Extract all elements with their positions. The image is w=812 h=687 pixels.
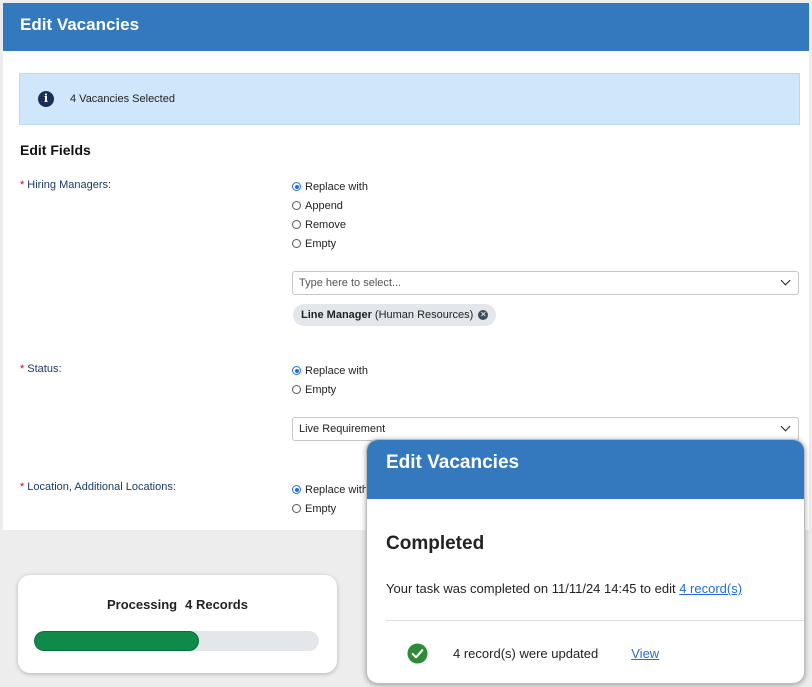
radio-button[interactable]	[292, 201, 301, 210]
processing-card: Processing 4 Records	[18, 575, 337, 673]
remove-tag-icon[interactable]: ✕	[478, 310, 489, 320]
result-row: 4 record(s) were updated View	[407, 643, 659, 664]
radio-button[interactable]	[292, 366, 301, 375]
radio-replace-with[interactable]: Replace with	[292, 361, 368, 380]
result-text: 4 record(s) were updated	[453, 646, 599, 661]
radio-remove[interactable]: Remove	[292, 215, 368, 234]
processing-status: Processing 4 Records	[107, 597, 248, 612]
hiring-managers-radio-group: Replace with Append Remove Empty	[292, 177, 368, 253]
info-banner: i 4 Vacancies Selected	[19, 73, 800, 125]
hiring-managers-label: * Hiring Managers:	[20, 179, 112, 191]
chevron-down-icon[interactable]	[780, 275, 791, 286]
radio-button[interactable]	[292, 385, 301, 394]
required-marker: *	[20, 179, 25, 191]
radio-empty[interactable]: Empty	[292, 499, 368, 518]
required-marker: *	[20, 481, 25, 493]
section-title: Edit Fields	[20, 142, 91, 158]
status-radio-group: Replace with Empty	[292, 361, 368, 399]
hiring-managers-select[interactable]: Type here to select...	[292, 271, 799, 295]
radio-button[interactable]	[292, 220, 301, 229]
line-manager-tag: Line Manager (Human Resources) ✕	[293, 304, 497, 326]
radio-button[interactable]	[292, 239, 301, 248]
radio-empty[interactable]: Empty	[292, 380, 368, 399]
completed-dialog: Edit Vacancies Completed Your task was c…	[366, 439, 805, 684]
chevron-down-icon[interactable]	[780, 421, 791, 432]
records-link[interactable]: 4 record(s)	[679, 581, 742, 596]
view-link[interactable]: View	[631, 646, 659, 661]
location-label: * Location, Additional Locations:	[20, 481, 176, 493]
radio-button[interactable]	[292, 182, 301, 191]
info-text: 4 Vacancies Selected	[70, 93, 175, 105]
check-circle-icon	[407, 643, 428, 664]
status-select[interactable]: Live Requirement	[292, 417, 799, 441]
divider	[386, 620, 804, 621]
status-label: * Status:	[20, 363, 62, 375]
location-radio-group: Replace with Empty	[292, 480, 368, 518]
required-marker: *	[20, 363, 25, 375]
radio-replace-with[interactable]: Replace with	[292, 177, 368, 196]
dialog-title: Edit Vacancies	[3, 3, 809, 51]
radio-empty[interactable]: Empty	[292, 234, 368, 253]
completed-heading: Completed	[386, 533, 485, 554]
radio-button[interactable]	[292, 504, 301, 513]
completed-message: Your task was completed on 11/11/24 14:4…	[386, 581, 743, 596]
info-icon: i	[38, 91, 54, 107]
completed-dialog-title: Edit Vacancies	[367, 440, 804, 499]
radio-button[interactable]	[292, 485, 301, 494]
progress-bar	[34, 631, 319, 651]
radio-replace-with[interactable]: Replace with	[292, 480, 368, 499]
radio-append[interactable]: Append	[292, 196, 368, 215]
progress-fill	[34, 631, 200, 651]
